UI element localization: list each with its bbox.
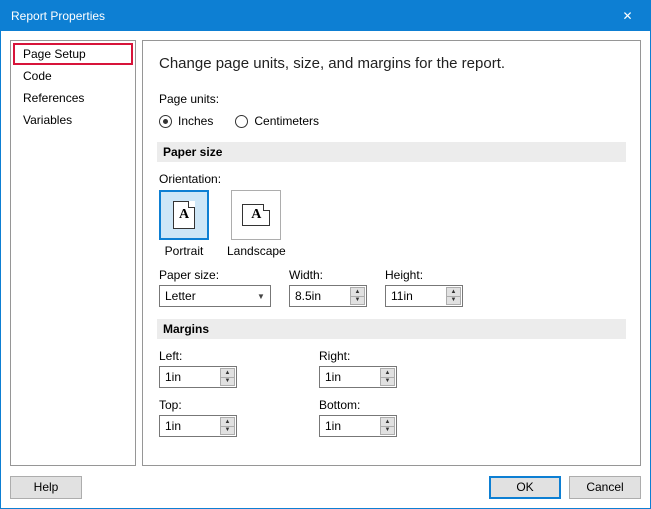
margin-top-label: Top: bbox=[159, 398, 295, 412]
dialog-body: Page Setup Code References Variables Cha… bbox=[1, 31, 650, 466]
sidebar-item-code[interactable]: Code bbox=[13, 65, 133, 87]
margin-top-spinner[interactable]: 1in ▲▼ bbox=[159, 415, 237, 437]
margin-right-spinner[interactable]: 1in ▲▼ bbox=[319, 366, 397, 388]
close-icon: ✕ bbox=[622, 9, 632, 23]
margin-left-label: Left: bbox=[159, 349, 295, 363]
margins-grid: Left: 1in ▲▼ Right: 1in ▲▼ Top: bbox=[159, 349, 624, 437]
radio-icon bbox=[159, 115, 172, 128]
radio-inches[interactable]: Inches bbox=[159, 114, 213, 128]
sidebar-item-references[interactable]: References bbox=[13, 87, 133, 109]
titlebar[interactable]: Report Properties ✕ bbox=[1, 1, 650, 31]
help-button[interactable]: Help bbox=[10, 476, 82, 499]
width-label: Width: bbox=[289, 268, 367, 282]
radio-label: Centimeters bbox=[254, 114, 319, 128]
spin-value: 1in bbox=[325, 419, 341, 433]
combo-value: Letter bbox=[165, 289, 196, 303]
sidebar: Page Setup Code References Variables bbox=[10, 40, 136, 466]
sidebar-label: References bbox=[23, 91, 84, 105]
spin-down-icon[interactable]: ▼ bbox=[220, 426, 235, 436]
spin-up-icon[interactable]: ▲ bbox=[380, 417, 395, 426]
ok-button[interactable]: OK bbox=[489, 476, 561, 499]
spin-up-icon[interactable]: ▲ bbox=[350, 287, 365, 296]
radio-centimeters[interactable]: Centimeters bbox=[235, 114, 319, 128]
spin-value: 1in bbox=[165, 419, 181, 433]
sidebar-label: Variables bbox=[23, 113, 72, 127]
spin-value: 8.5in bbox=[295, 289, 321, 303]
spin-value: 1in bbox=[165, 370, 181, 384]
dialog-footer: Help OK Cancel bbox=[1, 466, 650, 508]
radio-icon bbox=[235, 115, 248, 128]
cancel-button[interactable]: Cancel bbox=[569, 476, 641, 499]
orientation-label-portrait: Portrait bbox=[165, 244, 204, 258]
spin-down-icon[interactable]: ▼ bbox=[446, 296, 461, 306]
dialog-window: Report Properties ✕ Page Setup Code Refe… bbox=[0, 0, 651, 509]
margin-bottom-label: Bottom: bbox=[319, 398, 455, 412]
panel-heading: Change page units, size, and margins for… bbox=[159, 55, 624, 72]
spin-value: 1in bbox=[325, 370, 341, 384]
margin-right-label: Right: bbox=[319, 349, 455, 363]
main-panel: Change page units, size, and margins for… bbox=[142, 40, 641, 466]
spin-up-icon[interactable]: ▲ bbox=[380, 368, 395, 377]
paper-size-header: Paper size bbox=[157, 142, 626, 162]
page-landscape-icon: A bbox=[242, 204, 270, 226]
spin-down-icon[interactable]: ▼ bbox=[380, 377, 395, 387]
orientation-row: A Portrait A Landscape bbox=[159, 190, 624, 258]
paper-size-combo[interactable]: Letter ▼ bbox=[159, 285, 271, 307]
sidebar-label: Code bbox=[23, 69, 52, 83]
orientation-label: Orientation: bbox=[159, 172, 624, 186]
sidebar-item-variables[interactable]: Variables bbox=[13, 109, 133, 131]
paper-fields-row: Paper size: Letter ▼ Width: 8.5in ▲▼ Hei… bbox=[159, 268, 624, 307]
orientation-label-landscape: Landscape bbox=[227, 244, 286, 258]
spin-down-icon[interactable]: ▼ bbox=[380, 426, 395, 436]
spin-up-icon[interactable]: ▲ bbox=[220, 368, 235, 377]
radio-label: Inches bbox=[178, 114, 213, 128]
spin-down-icon[interactable]: ▼ bbox=[350, 296, 365, 306]
paper-size-label: Paper size: bbox=[159, 268, 271, 282]
sidebar-item-page-setup[interactable]: Page Setup bbox=[13, 43, 133, 65]
page-portrait-icon: A bbox=[173, 201, 195, 229]
width-spinner[interactable]: 8.5in ▲▼ bbox=[289, 285, 367, 307]
margins-header: Margins bbox=[157, 319, 626, 339]
orientation-landscape[interactable]: A bbox=[231, 190, 281, 240]
dialog-title: Report Properties bbox=[11, 9, 105, 23]
page-units-label: Page units: bbox=[159, 92, 624, 106]
spin-value: 11in bbox=[391, 289, 413, 303]
sidebar-label: Page Setup bbox=[23, 47, 86, 61]
page-units-radios: Inches Centimeters bbox=[159, 114, 624, 128]
spin-down-icon[interactable]: ▼ bbox=[220, 377, 235, 387]
spin-up-icon[interactable]: ▲ bbox=[446, 287, 461, 296]
spin-up-icon[interactable]: ▲ bbox=[220, 417, 235, 426]
height-label: Height: bbox=[385, 268, 463, 282]
margin-bottom-spinner[interactable]: 1in ▲▼ bbox=[319, 415, 397, 437]
height-spinner[interactable]: 11in ▲▼ bbox=[385, 285, 463, 307]
chevron-down-icon: ▼ bbox=[253, 287, 269, 305]
orientation-portrait[interactable]: A bbox=[159, 190, 209, 240]
margin-left-spinner[interactable]: 1in ▲▼ bbox=[159, 366, 237, 388]
close-button[interactable]: ✕ bbox=[605, 1, 650, 31]
